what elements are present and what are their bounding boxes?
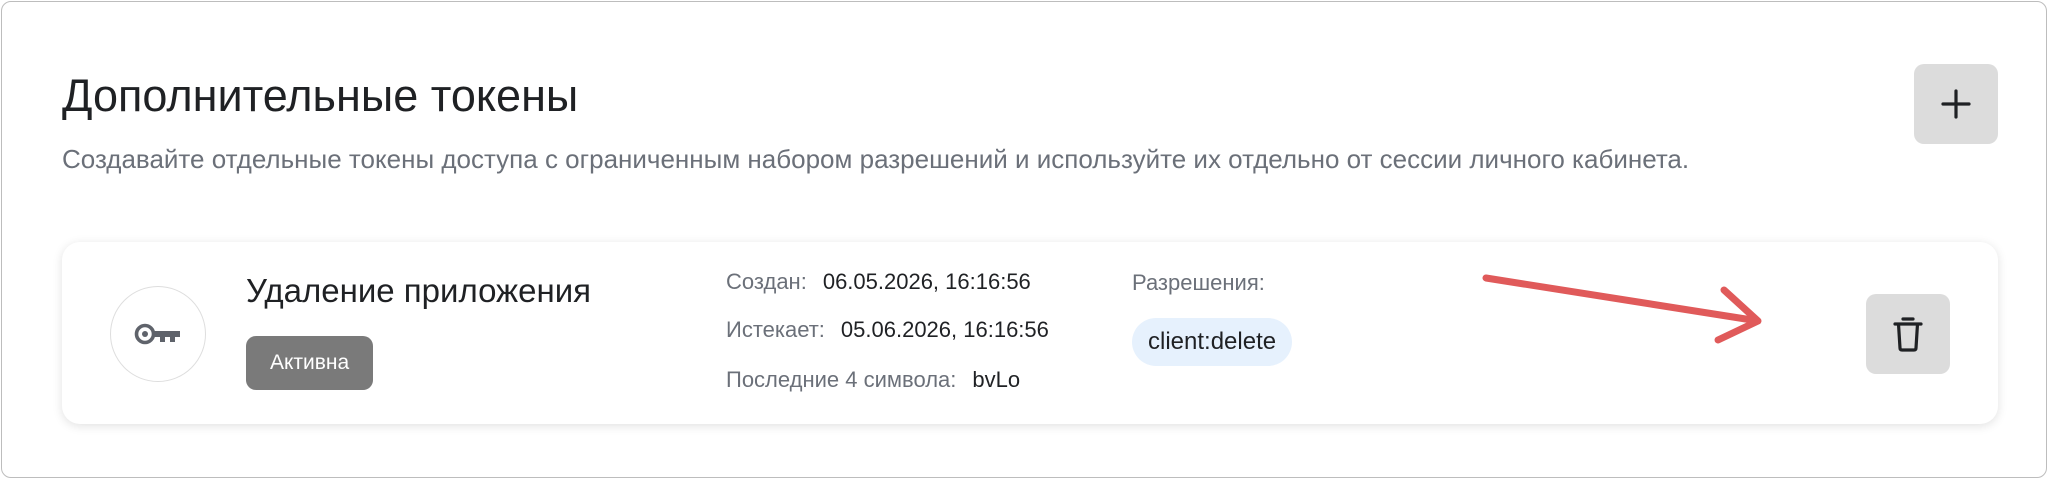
expires-label: Истекает:: [726, 317, 825, 342]
last4-value: bvLo: [972, 367, 1021, 392]
delete-token-button[interactable]: [1866, 294, 1950, 374]
token-name: Удаление приложения: [246, 272, 592, 309]
created-label: Создан:: [726, 269, 807, 294]
last4-row: Последние 4 символа: bvLo: [726, 365, 1020, 395]
created-value: 06.05.2026, 16:16:56: [822, 269, 1031, 294]
last4-label: Последние 4 символа:: [726, 367, 957, 392]
key-icon: [134, 323, 180, 345]
created-row: Создан: 06.05.2026, 16:16:56: [726, 267, 1031, 297]
permission-chip: client:delete: [1132, 318, 1293, 366]
token-avatar: [110, 286, 206, 382]
page-subtitle: Создавайте отдельные токены доступа с ог…: [62, 144, 1690, 174]
plus-icon: [1941, 89, 1971, 119]
annotation-arrow: [1482, 274, 1762, 344]
add-token-button[interactable]: [1914, 64, 1998, 144]
expires-row: Истекает: 05.06.2026, 16:16:56: [726, 315, 1049, 345]
trash-icon: [1893, 317, 1923, 352]
permissions-label: Разрешения:: [1132, 270, 1265, 295]
tokens-panel: Дополнительные токены Создавайте отдельн…: [1, 1, 2047, 478]
page-title: Дополнительные токены: [62, 70, 579, 121]
expires-value: 05.06.2026, 16:16:56: [840, 317, 1049, 342]
status-badge: Активна: [246, 336, 374, 390]
